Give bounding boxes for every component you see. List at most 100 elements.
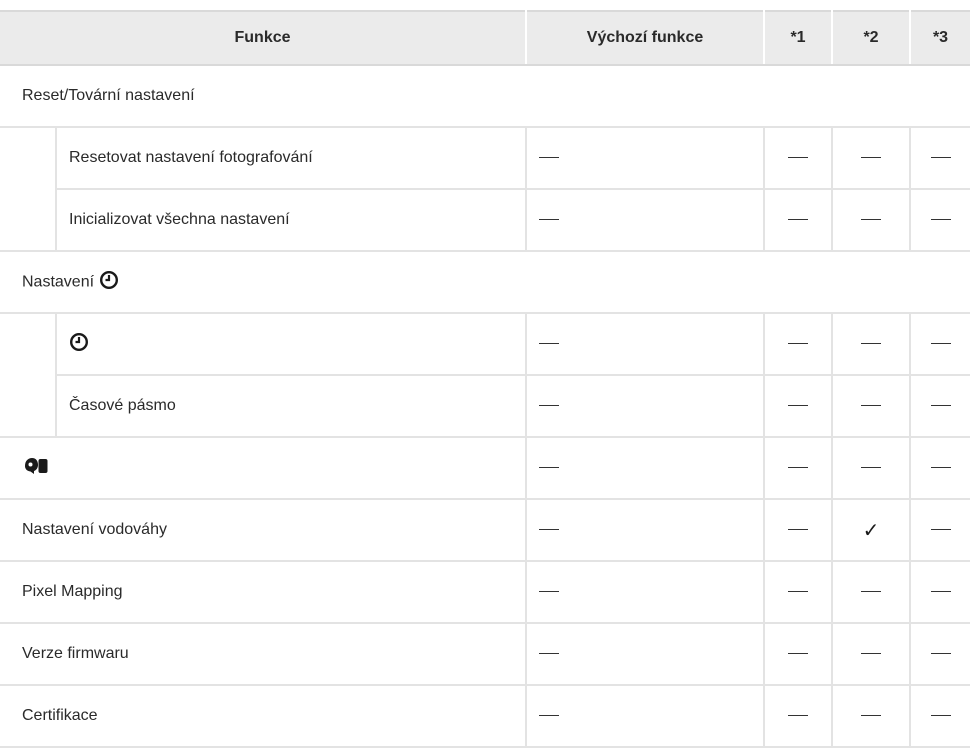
group-clock-cell: Nastavení (0, 251, 970, 314)
row-default-value (525, 189, 766, 252)
dash-mark (930, 529, 951, 531)
dash-mark (539, 405, 560, 407)
table-row: Nastavení vodováhy ✓ (0, 499, 970, 562)
row-pixel-mapping-label: Pixel Mapping (0, 561, 527, 624)
table-row (0, 313, 970, 376)
row-language-label (0, 437, 527, 500)
dash-mark (788, 653, 809, 655)
table-row: Nastavení (0, 251, 970, 314)
row-s2-value (832, 127, 912, 190)
dash-mark (861, 405, 882, 407)
row-default-value (525, 437, 766, 500)
dash-mark (930, 467, 951, 469)
table-row: Certifikace (0, 685, 970, 748)
dash-mark (930, 343, 951, 345)
row-s2-value (832, 313, 912, 376)
row-s1-value (764, 127, 834, 190)
group-clock-label: Nastavení (22, 273, 95, 291)
dash-mark (930, 219, 951, 221)
row-s3-value (910, 437, 970, 500)
dash-mark (861, 591, 882, 593)
row-s1-value (764, 561, 834, 624)
dash-mark (788, 219, 809, 221)
table-row: Resetovat nastavení fotografování (0, 127, 970, 190)
row-s3-value (910, 499, 970, 562)
dash-mark (788, 715, 809, 717)
row-s2-value (832, 437, 912, 500)
row-s1-value (764, 437, 834, 500)
dash-mark (861, 219, 882, 221)
row-s1-value (764, 499, 834, 562)
row-default-value (525, 685, 766, 748)
row-time-zone-label: Časové pásmo (56, 375, 527, 438)
indent-spacer (0, 375, 57, 438)
header-default-function: Výchozí funkce (526, 10, 766, 66)
dash-mark (861, 343, 882, 345)
dash-mark (539, 157, 560, 159)
language-icon (22, 456, 50, 481)
row-s2-value (832, 375, 912, 438)
dash-mark (788, 343, 809, 345)
dash-mark (930, 653, 951, 655)
row-s3-value (910, 623, 970, 686)
row-s3-value (910, 127, 970, 190)
row-default-value (525, 375, 766, 438)
row-default-value (525, 623, 766, 686)
row-s3-value (910, 313, 970, 376)
row-default-value (525, 313, 766, 376)
row-default-value (525, 499, 766, 562)
row-s1-value (764, 375, 834, 438)
dash-mark (861, 715, 882, 717)
dash-mark (861, 157, 882, 159)
dash-mark (930, 405, 951, 407)
row-s1-value (764, 313, 834, 376)
table-row (0, 437, 970, 500)
settings-table-container: Funkce Výchozí funkce *1 *2 *3 Reset/Tov… (0, 10, 970, 748)
row-s2-value (832, 561, 912, 624)
row-s2-value (832, 189, 912, 252)
row-init-all-label: Inicializovat všechna nastavení (56, 189, 527, 252)
dash-mark (539, 343, 560, 345)
dash-mark (788, 157, 809, 159)
header-star1: *1 (764, 10, 834, 66)
dash-mark (930, 157, 951, 159)
dash-mark (861, 467, 882, 469)
indent-spacer (0, 127, 57, 189)
row-s3-value (910, 375, 970, 438)
dash-mark (539, 591, 560, 593)
dash-mark (788, 467, 809, 469)
indent-spacer (0, 189, 57, 252)
table-row: Pixel Mapping (0, 561, 970, 624)
row-s2-value (832, 623, 912, 686)
dash-mark (930, 591, 951, 593)
row-s3-value (910, 189, 970, 252)
table-row: Inicializovat všechna nastavení (0, 189, 970, 252)
row-s1-value (764, 623, 834, 686)
row-default-value (525, 561, 766, 624)
clock-icon (99, 270, 119, 295)
group-reset-label: Reset/Tovární nastavení (0, 65, 970, 128)
dash-mark (539, 529, 560, 531)
table-header-row: Funkce Výchozí funkce *1 *2 *3 (0, 10, 970, 66)
header-star2: *2 (832, 10, 912, 66)
row-firmware-label: Verze firmwaru (0, 623, 527, 686)
check-mark: ✓ (862, 518, 880, 542)
dash-mark (539, 715, 560, 717)
clock-icon (69, 332, 89, 357)
dash-mark (788, 529, 809, 531)
table-row: Verze firmwaru (0, 623, 970, 686)
row-default-value (525, 127, 766, 190)
row-s3-value (910, 561, 970, 624)
dash-mark (788, 405, 809, 407)
settings-table: Funkce Výchozí funkce *1 *2 *3 Reset/Tov… (0, 10, 970, 748)
table-row: Časové pásmo (0, 375, 970, 438)
dash-mark (539, 653, 560, 655)
header-star3: *3 (910, 10, 970, 66)
dash-mark (539, 467, 560, 469)
dash-mark (539, 219, 560, 221)
header-function: Funkce (0, 10, 528, 66)
row-s3-value (910, 685, 970, 748)
dash-mark (861, 653, 882, 655)
row-s1-value (764, 685, 834, 748)
row-level-settings-label: Nastavení vodováhy (0, 499, 527, 562)
